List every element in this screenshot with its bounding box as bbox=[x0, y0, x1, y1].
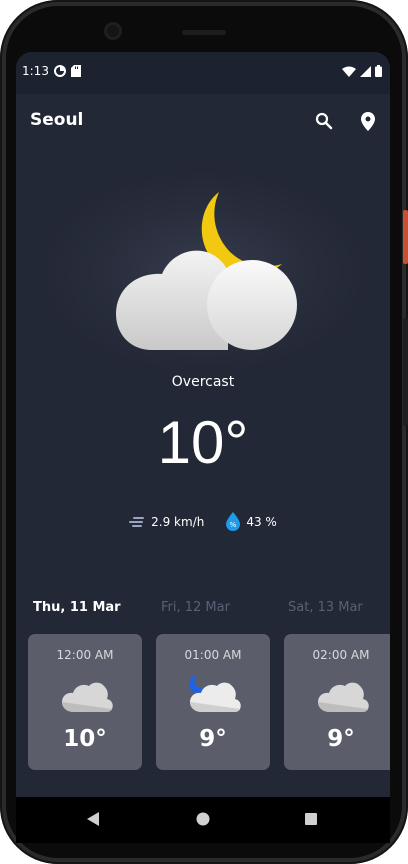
humidity-value: 43 % bbox=[246, 514, 277, 529]
front-camera bbox=[104, 22, 122, 40]
hourly-card[interactable]: 12:00 AM 10° bbox=[28, 634, 142, 770]
power-button bbox=[403, 210, 408, 264]
day-tab-fri[interactable]: Fri, 12 Mar bbox=[161, 600, 230, 615]
hourly-temp: 10° bbox=[63, 726, 107, 752]
app-bar: Seoul bbox=[16, 94, 390, 150]
status-time: 1:13 bbox=[22, 64, 49, 78]
back-icon[interactable] bbox=[86, 811, 100, 827]
hourly-cards: 12:00 AM 10° 01:00 AM 9° 02:00 AM 9° bbox=[28, 634, 390, 774]
hourly-time: 01:00 AM bbox=[184, 648, 242, 662]
condition-label: Overcast bbox=[171, 374, 235, 390]
search-icon bbox=[315, 112, 333, 130]
hourly-time: 12:00 AM bbox=[56, 648, 114, 662]
current-temperature: 10° bbox=[157, 409, 249, 476]
day-selector: Thu, 11 Mar Fri, 12 Mar Sat, 13 Mar bbox=[16, 600, 390, 620]
hourly-card[interactable]: 02:00 AM 9° bbox=[284, 634, 390, 770]
wind-icon bbox=[129, 516, 145, 527]
search-button[interactable] bbox=[311, 108, 337, 134]
status-right-icons bbox=[342, 65, 382, 77]
location-pin-icon bbox=[361, 111, 375, 131]
status-left-icons bbox=[54, 65, 81, 77]
home-icon[interactable] bbox=[196, 811, 210, 827]
volume-button bbox=[403, 318, 408, 426]
wind-speed: 2.9 km/h bbox=[151, 514, 205, 529]
hourly-time: 02:00 AM bbox=[312, 648, 370, 662]
recents-icon[interactable] bbox=[304, 811, 318, 827]
current-stats: 2.9 km/h % 43 % bbox=[16, 512, 390, 531]
sd-card-icon bbox=[71, 65, 81, 77]
status-bar: 1:13 bbox=[16, 52, 390, 94]
cloud-icon bbox=[318, 682, 369, 712]
humidity-drop-icon: % bbox=[226, 512, 241, 531]
city-title: Seoul bbox=[30, 110, 84, 130]
svg-text:%: % bbox=[230, 521, 237, 529]
day-tab-thu[interactable]: Thu, 11 Mar bbox=[33, 600, 121, 615]
wifi-icon bbox=[342, 66, 356, 77]
hourly-temp: 9° bbox=[327, 726, 355, 752]
earpiece-speaker bbox=[182, 30, 226, 35]
app-screen: 1:13 Seoul Overcast 10° 2.9 km/h % 43 % … bbox=[16, 52, 390, 797]
moon-cloud-icon bbox=[189, 673, 241, 712]
cloud-icon bbox=[62, 682, 113, 712]
location-button[interactable] bbox=[355, 108, 381, 134]
wind-stat: 2.9 km/h bbox=[129, 512, 204, 531]
moon-cloud-icon bbox=[116, 192, 297, 350]
cell-signal-icon bbox=[360, 65, 371, 77]
hourly-temp: 9° bbox=[199, 726, 227, 752]
navigation-bar bbox=[16, 797, 390, 843]
day-tab-sat[interactable]: Sat, 13 Mar bbox=[288, 600, 363, 615]
data-saver-icon bbox=[54, 65, 66, 77]
hourly-card[interactable]: 01:00 AM 9° bbox=[156, 634, 270, 770]
humidity-stat: % 43 % bbox=[226, 512, 277, 531]
battery-icon bbox=[375, 65, 382, 77]
